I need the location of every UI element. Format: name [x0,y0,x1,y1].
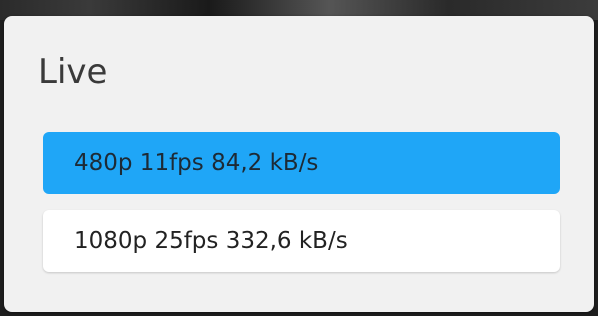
quality-option-1080p[interactable]: 1080p 25fps 332,6 kB/s [43,210,560,272]
quality-dialog: Live 480p 11fps 84,2 kB/s 1080p 25fps 33… [4,16,594,312]
quality-option-480p[interactable]: 480p 11fps 84,2 kB/s [43,132,560,194]
dialog-title: Live [38,52,108,92]
